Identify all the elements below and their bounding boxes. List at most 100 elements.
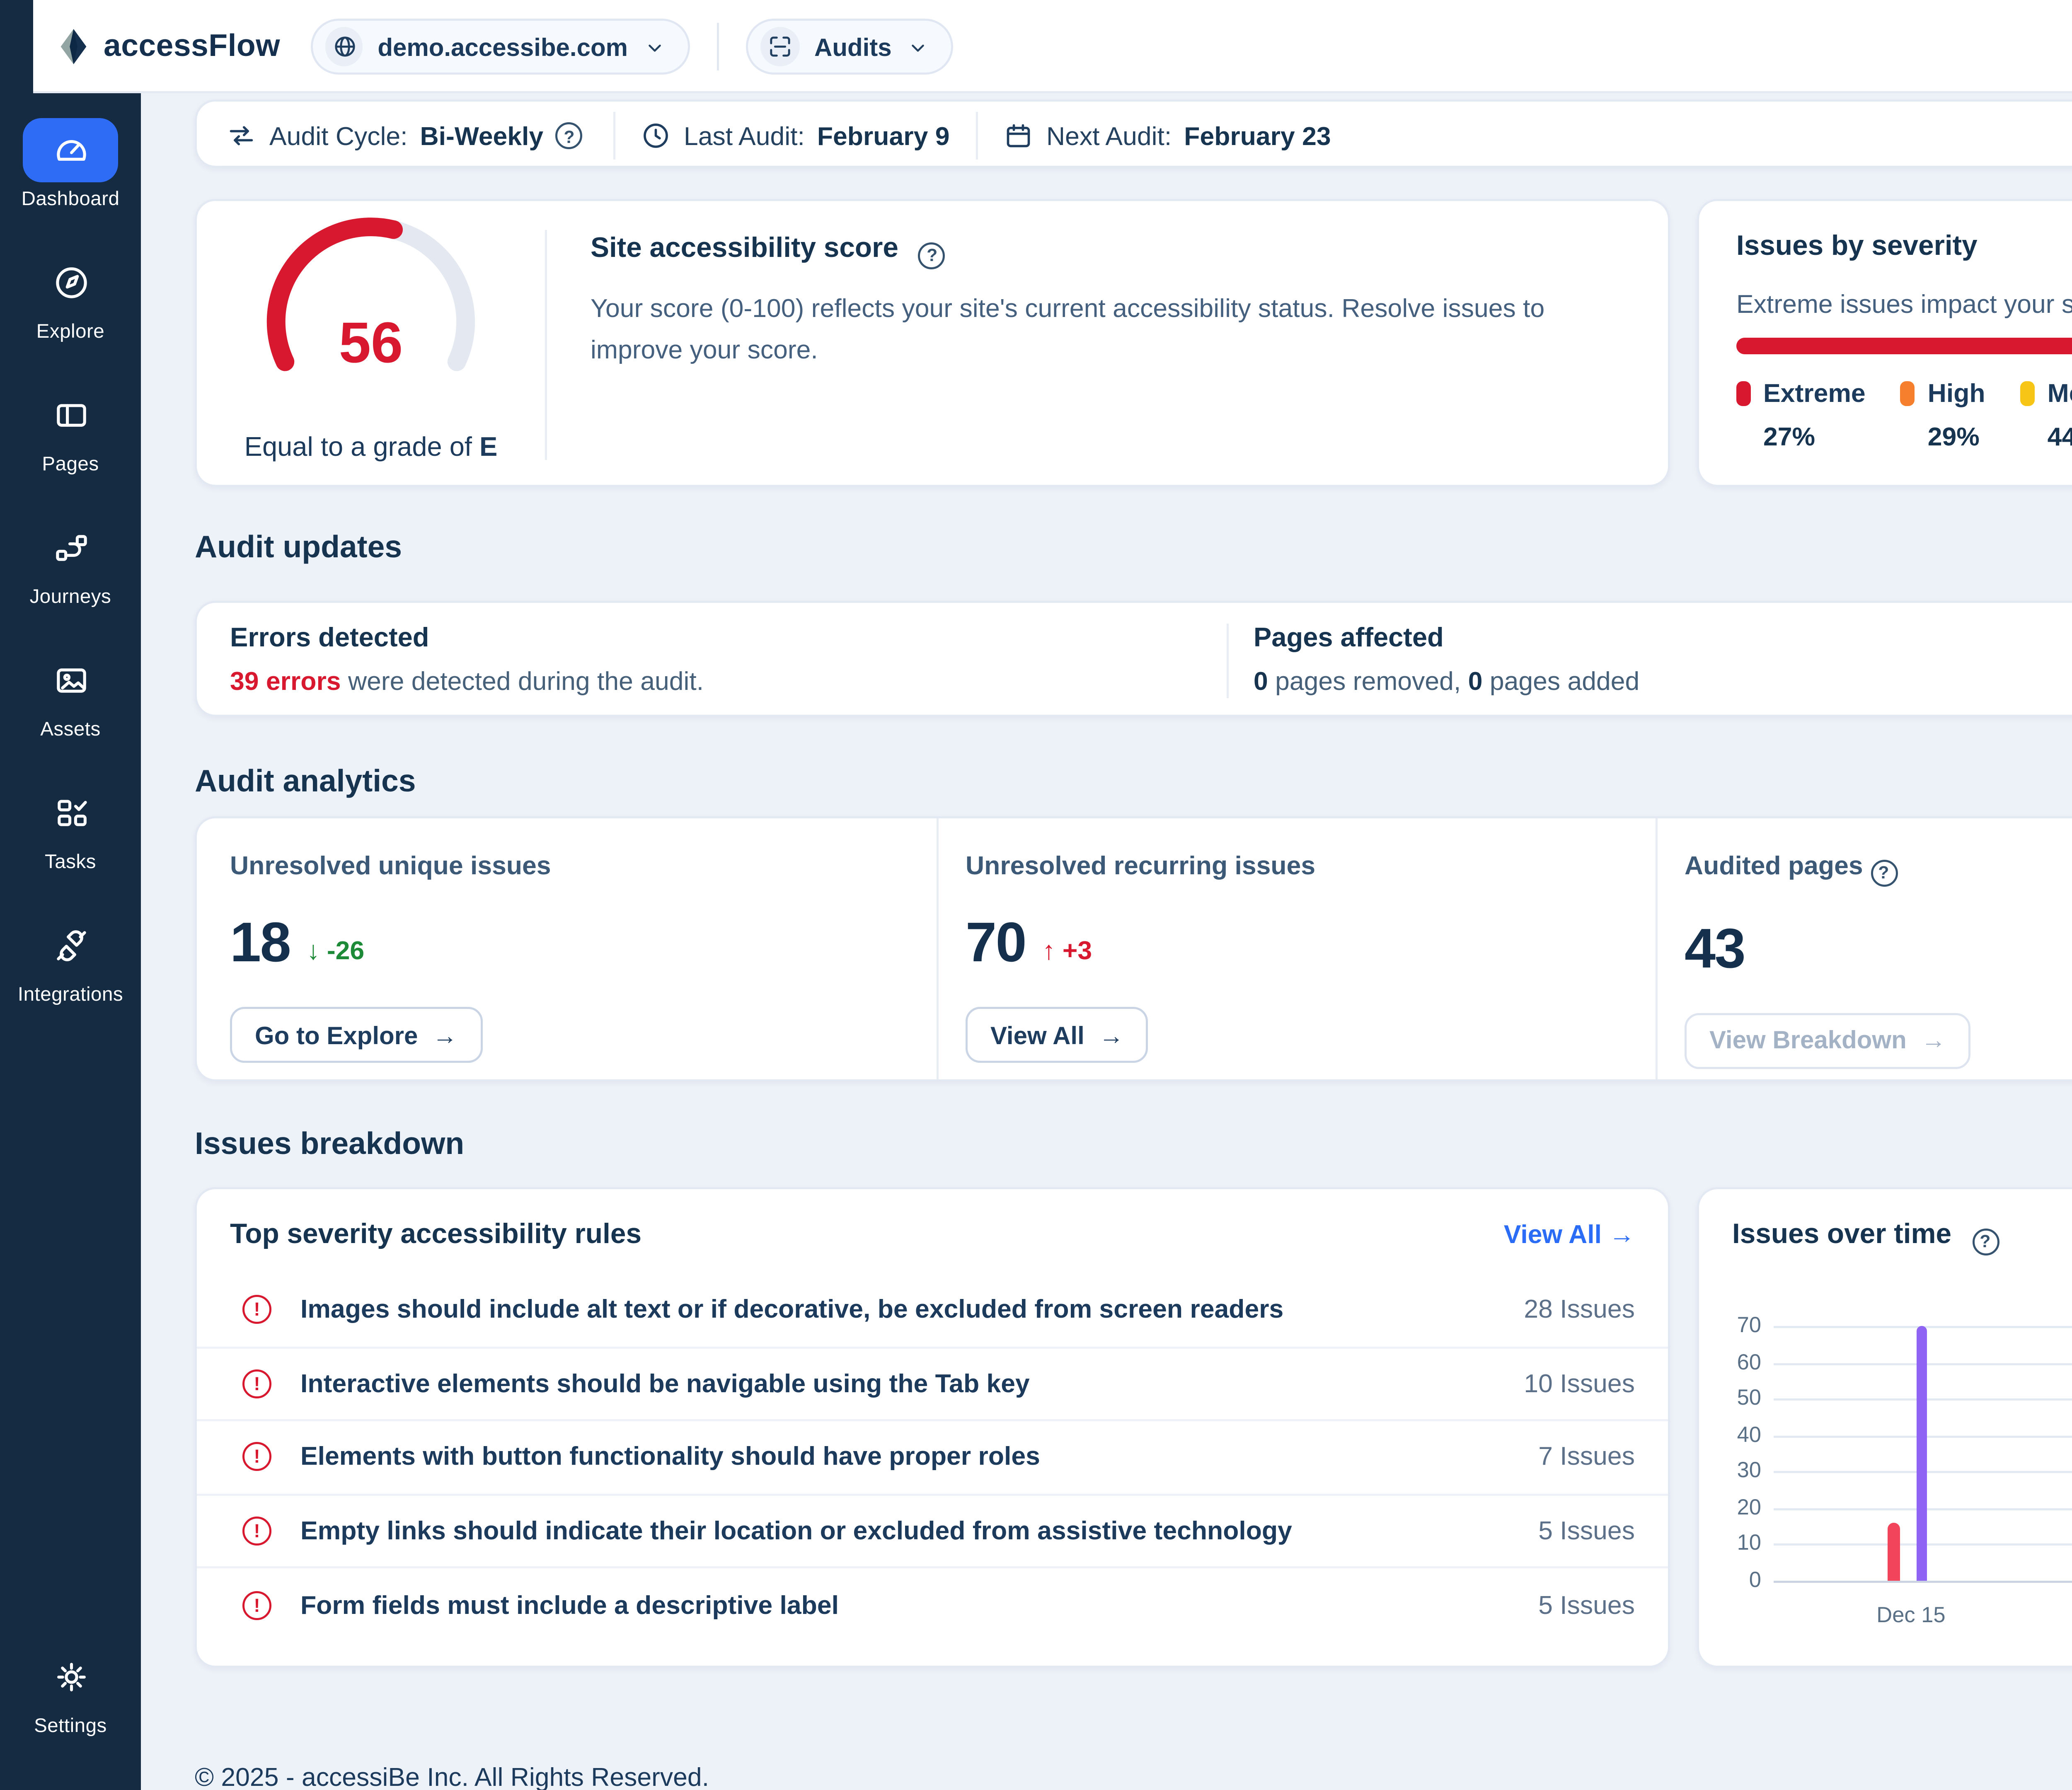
metric-value: 70 <box>966 912 1027 974</box>
rule-row[interactable]: ! Images should include alt text or if de… <box>197 1272 1668 1346</box>
y-axis-tick: 50 <box>1737 1386 1761 1411</box>
severity-legend-medium: Medium44% <box>2020 379 2072 452</box>
audit-cycle-value: Bi-Weekly <box>420 121 544 150</box>
repeat-icon <box>226 120 257 151</box>
topbar: accessFlow demo.accessibe.com Audits <box>33 0 2072 93</box>
legend-swatch <box>2020 381 2035 406</box>
audit-cycle-bar: Audit Cycle: Bi-Weekly ? Last Audit: Feb… <box>195 99 2072 168</box>
scan-icon <box>760 27 800 66</box>
sidebar-item-tasks[interactable]: Tasks <box>0 781 141 914</box>
arrow-right-icon: → <box>432 1020 457 1050</box>
grade-line: Equal to a grade of E <box>244 431 498 462</box>
audit-cycle: Audit Cycle: Bi-Weekly ? <box>226 102 583 170</box>
section-heading-audit-updates: Audit updates <box>195 530 402 566</box>
arrow-right-icon: → <box>1921 1026 1946 1055</box>
logo-text: accessFlow <box>104 29 281 64</box>
error-icon: ! <box>242 1369 271 1398</box>
divider <box>613 112 615 160</box>
divider <box>1656 818 1658 1079</box>
last-audit-value: February 9 <box>817 121 950 150</box>
score-card-description: Your score (0-100) reflects your site's … <box>591 293 1545 364</box>
accessibility-score-card: 56 Equal to a grade of E Site accessibil… <box>195 199 1670 487</box>
divider <box>937 818 939 1079</box>
sidebar-item-journeys[interactable]: Journeys <box>0 516 141 648</box>
audit-cycle-label: Audit Cycle: <box>269 121 408 150</box>
issue-count: 28 Issues <box>1524 1294 1635 1323</box>
route-icon <box>23 516 118 580</box>
last-audit-label: Last Audit: <box>684 121 805 150</box>
gear-icon <box>23 1645 118 1709</box>
go-to-explore-button[interactable]: Go to Explore → <box>230 1007 482 1063</box>
arrow-right-icon: → <box>1609 1219 1635 1248</box>
chevron-down-icon <box>906 34 931 59</box>
sidebar-item-integrations[interactable]: Integrations <box>0 914 141 1046</box>
clock-icon <box>640 120 671 151</box>
issue-count: 5 Issues <box>1538 1517 1635 1546</box>
image-icon <box>23 648 118 713</box>
copyright-text: © 2025 - accessiBe Inc. All Rights Reser… <box>195 1763 709 1790</box>
y-axis-tick: 20 <box>1737 1495 1761 1521</box>
divider <box>545 230 547 460</box>
severity-stacked-bar <box>1736 338 2072 354</box>
metric-value: 18 <box>230 912 291 974</box>
divider <box>1227 624 1229 698</box>
rule-row[interactable]: ! Interactive elements should be navigabl… <box>197 1345 1668 1420</box>
dashboard-icon <box>23 118 118 182</box>
globe-icon <box>325 27 363 66</box>
info-icon[interactable]: ? <box>1971 1227 1999 1255</box>
view-all-button[interactable]: View All → <box>966 1007 1149 1063</box>
accessflow-dashboard: Dashboard Explore Pages Journeys Assets Tasks… <box>0 0 2072 1790</box>
issue-count: 7 Issues <box>1538 1443 1635 1472</box>
rules-view-all-link[interactable]: View All → <box>1504 1219 1635 1248</box>
severity-card-description: Extreme issues impact your score the mos… <box>1736 290 2072 319</box>
domain-selector[interactable]: demo.accessibe.com <box>311 19 690 75</box>
bar-unique-issues[interactable] <box>1888 1522 1900 1581</box>
update-column-2: Pages affected 0 pages removed, 0 pages a… <box>1254 622 1640 696</box>
y-axis-tick: 10 <box>1737 1531 1761 1557</box>
trend-indicator: ↑ +3 <box>1042 936 1092 965</box>
browser-icon <box>23 383 118 448</box>
y-axis-tick: 40 <box>1737 1422 1761 1448</box>
sidebar-item-assets[interactable]: Assets <box>0 648 141 781</box>
compass-icon <box>23 251 118 315</box>
logo-icon <box>61 29 87 64</box>
issues-over-time-card: Issues over time ? Unique issuesRecurrin… <box>1697 1187 2072 1668</box>
sidebar-item-settings[interactable]: Settings <box>0 1645 141 1778</box>
score-value: 56 <box>339 310 403 375</box>
main-content: Audit Cycle: Bi-Weekly ? Last Audit: Feb… <box>141 93 2072 1790</box>
score-card-title: Site accessibility score ? <box>591 232 1610 268</box>
y-axis-tick: 0 <box>1749 1568 1761 1593</box>
update-column-1: Errors detected 39 errors were detected d… <box>230 622 704 696</box>
next-audit-label: Next Audit: <box>1046 121 1172 150</box>
section-heading-issues-breakdown: Issues breakdown <box>195 1127 465 1162</box>
error-icon: ! <box>242 1590 271 1620</box>
error-icon: ! <box>242 1517 271 1546</box>
info-icon[interactable]: ? <box>556 122 583 149</box>
audit-analytics-card: Unresolved unique issues 18 ↓ -26 Go to Exp… <box>195 816 2072 1081</box>
info-icon[interactable]: ? <box>918 241 946 268</box>
grade-value: E <box>479 431 498 462</box>
view-breakdown-button[interactable]: View Breakdown → <box>1685 1012 1971 1068</box>
issue-count: 10 Issues <box>1524 1369 1635 1398</box>
severity-legend-extreme: Extreme 27% <box>1736 379 1866 452</box>
rule-row[interactable]: ! Empty links should indicate their locat… <box>197 1493 1668 1567</box>
section-selector[interactable]: Audits <box>746 19 954 75</box>
legend-swatch <box>1736 381 1751 406</box>
rule-row[interactable]: ! Form fields must include a descriptive … <box>197 1567 1668 1641</box>
sidebar-item-pages[interactable]: Pages <box>0 383 141 516</box>
rule-row[interactable]: ! Elements with button functionality shou… <box>197 1419 1668 1493</box>
sidebar-item-explore[interactable]: Explore <box>0 251 141 383</box>
info-icon[interactable]: ? <box>1870 859 1897 886</box>
severity-legend: Extreme27%High29%Medium44%Low0% <box>1736 379 2072 452</box>
chart-card-title: Issues over time ? <box>1732 1218 1999 1255</box>
footer: © 2025 - accessiBe Inc. All Rights Reser… <box>195 1763 2072 1790</box>
score-gauge: 56 Equal to a grade of E <box>209 213 533 462</box>
next-audit-value: February 23 <box>1184 121 1331 150</box>
app-logo: accessFlow <box>56 0 280 93</box>
bar-recurring-issues[interactable] <box>1916 1326 1928 1581</box>
chevron-down-icon <box>642 34 667 59</box>
calendar-icon <box>1003 120 1034 151</box>
sidebar-item-dashboard[interactable]: Dashboard <box>0 118 141 251</box>
analytics-card-3: Audited pages ? 43 View Breakdown → <box>1685 851 1971 1068</box>
analytics-card-1: Unresolved unique issues 18 ↓ -26 Go to Exp… <box>230 851 551 1063</box>
